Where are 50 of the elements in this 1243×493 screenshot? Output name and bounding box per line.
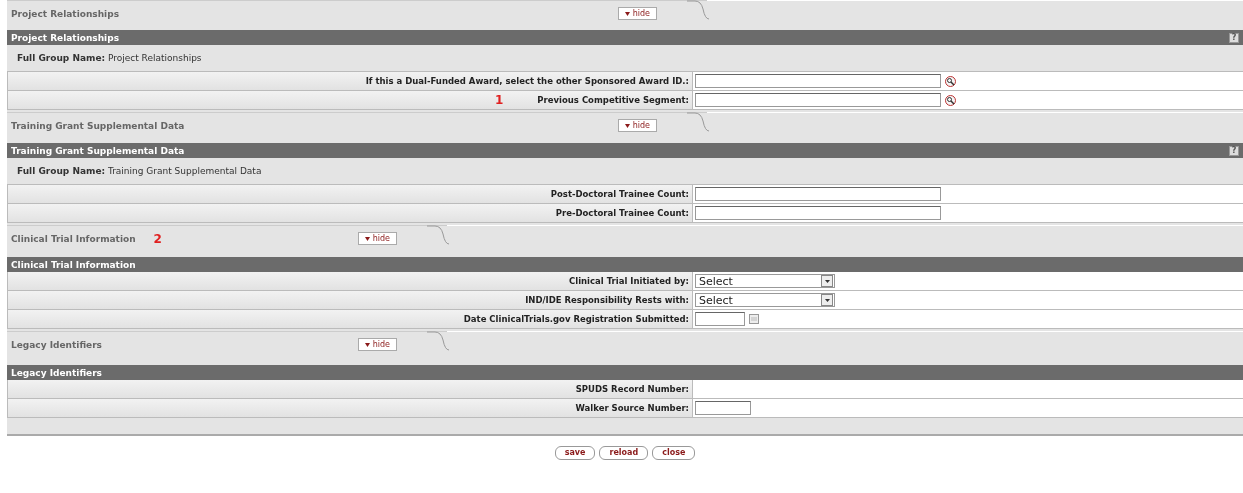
section-title: Training Grant Supplemental Data xyxy=(11,145,185,156)
help-icon[interactable]: ? xyxy=(1229,145,1239,156)
triangle-icon xyxy=(624,11,630,16)
full-group-name: Full Group Name: Training Grant Supplemental Data xyxy=(17,166,262,176)
section-title: Legacy Identifiers xyxy=(11,367,102,378)
action-button[interactable]: reload xyxy=(599,446,649,460)
annotation-number: 1 xyxy=(494,93,504,107)
annotation-number: 2 xyxy=(153,231,162,246)
caret-icon xyxy=(824,279,830,283)
hide-button[interactable]: hide xyxy=(357,338,397,351)
field-label: If this a Dual-Funded Award, select the other Sponsored Award ID.: xyxy=(365,76,689,86)
triangle-icon xyxy=(364,236,370,241)
action-button[interactable]: save xyxy=(554,446,596,460)
date-field[interactable] xyxy=(695,312,745,326)
help-icon[interactable]: ? xyxy=(1229,32,1239,43)
field-label: Date ClinicalTrials.gov Registration Submitted: xyxy=(463,314,689,324)
hide-button[interactable]: hide xyxy=(617,119,657,132)
hide-button[interactable]: hide xyxy=(617,7,657,20)
text-field[interactable] xyxy=(695,74,941,88)
caret-icon xyxy=(824,298,830,302)
select-dropdown[interactable]: Select xyxy=(695,274,835,288)
text-field[interactable] xyxy=(695,206,941,220)
field-label: Pre-Doctoral Trainee Count: xyxy=(555,208,689,218)
full-group-name: Full Group Name: Project Relationships xyxy=(17,53,202,63)
search-icon[interactable] xyxy=(945,75,956,87)
text-field[interactable] xyxy=(695,401,751,415)
triangle-icon xyxy=(624,123,630,128)
text-field[interactable] xyxy=(695,187,941,201)
action-button[interactable]: close xyxy=(652,446,696,460)
field-label: Previous Competitive Segment: xyxy=(537,95,689,105)
field-label: IND/IDE Responsibility Rests with: xyxy=(525,295,689,305)
select-dropdown[interactable]: Select xyxy=(695,293,835,307)
field-label: Clinical Trial Initiated by: xyxy=(569,276,689,286)
tab-title: Legacy Identifiers xyxy=(11,339,102,350)
hide-button[interactable]: hide xyxy=(357,232,397,245)
field-label: Post-Doctoral Trainee Count: xyxy=(550,189,689,199)
tab-edge-line xyxy=(427,331,449,351)
field-label: SPUDS Record Number: xyxy=(575,384,689,394)
tab-title: Training Grant Supplemental Data xyxy=(11,120,185,131)
section-title: Project Relationships xyxy=(11,32,119,43)
search-icon[interactable] xyxy=(945,94,956,106)
text-field[interactable] xyxy=(695,93,941,107)
section-title: Clinical Trial Information xyxy=(11,259,136,270)
tab-edge-line xyxy=(427,225,449,245)
tab-edge-line xyxy=(687,112,709,132)
tab-edge-line xyxy=(687,0,709,20)
triangle-icon xyxy=(364,342,370,347)
field-label: Walker Source Number: xyxy=(575,403,689,413)
tab-title: Project Relationships xyxy=(11,8,119,19)
tab-title: Clinical Trial Information xyxy=(11,233,136,244)
